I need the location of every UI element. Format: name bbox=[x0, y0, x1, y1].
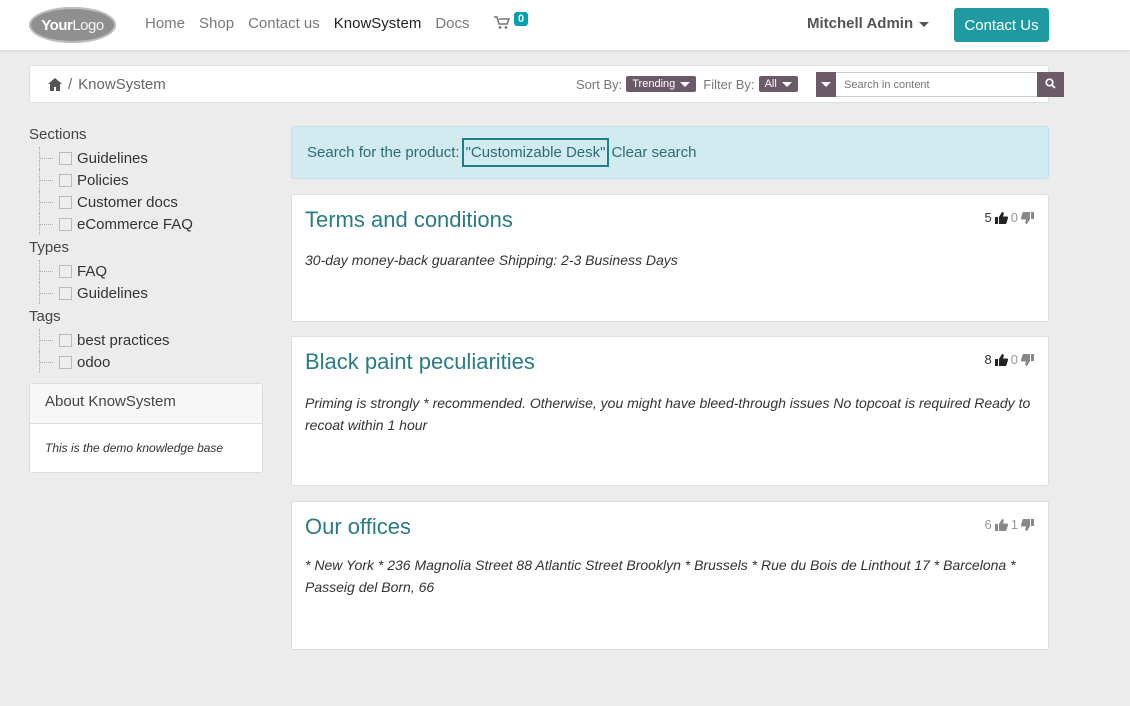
alert-prefix: Search for the product: bbox=[307, 144, 460, 161]
top-navbar: Your Logo Home Shop Contact us KnowSystem… bbox=[0, 0, 1130, 50]
cart-link[interactable]: 0 bbox=[494, 12, 534, 36]
thumbs-up-icon[interactable] bbox=[994, 353, 1008, 366]
logo-text-light: Logo bbox=[72, 16, 104, 34]
checkbox[interactable] bbox=[59, 355, 72, 369]
checkbox[interactable] bbox=[59, 264, 72, 278]
article-votes: 6 1 bbox=[985, 517, 1034, 532]
breadcrumb: / KnowSystem bbox=[48, 76, 166, 93]
article-excerpt: * New York * 236 Magnolia Street 88 Atla… bbox=[305, 557, 1016, 595]
checkbox[interactable] bbox=[59, 195, 72, 209]
article-votes: 8 0 bbox=[985, 352, 1034, 367]
tags-tree: best practices odoo bbox=[37, 329, 263, 373]
article-title[interactable]: Our offices bbox=[305, 514, 411, 540]
section-label: Guidelines bbox=[77, 149, 148, 167]
tag-item[interactable]: odoo bbox=[37, 351, 263, 373]
thumbs-down-icon[interactable] bbox=[1020, 518, 1034, 531]
breadcrumb-separator: / bbox=[68, 76, 73, 93]
nav-link-contact[interactable]: Contact us bbox=[248, 15, 320, 32]
section-item[interactable]: Customer docs bbox=[37, 191, 263, 213]
checkbox[interactable] bbox=[59, 286, 72, 300]
type-item[interactable]: Guidelines bbox=[37, 282, 263, 304]
sort-label: Sort By: bbox=[576, 76, 623, 92]
thumbs-up-icon[interactable] bbox=[994, 211, 1008, 224]
dislike-count: 0 bbox=[1010, 210, 1018, 225]
sidebar: Sections Guidelines Policies Customer do… bbox=[29, 126, 263, 473]
sort-value: Trending bbox=[632, 78, 676, 90]
logo-text-bold: Your bbox=[41, 16, 73, 34]
checkbox[interactable] bbox=[59, 217, 72, 231]
nav-links: Home Shop Contact us KnowSystem Docs bbox=[145, 15, 498, 32]
type-label: FAQ bbox=[77, 262, 108, 280]
search-input[interactable] bbox=[836, 72, 1037, 97]
search-group bbox=[816, 72, 1064, 97]
cart-count-badge: 0 bbox=[514, 12, 529, 26]
article-title[interactable]: Terms and conditions bbox=[305, 207, 513, 233]
checkbox[interactable] bbox=[59, 333, 72, 347]
checkbox[interactable] bbox=[59, 173, 72, 187]
search-alert: Search for the product: "Customizable De… bbox=[291, 126, 1049, 179]
about-text: This is the demo knowledge base bbox=[45, 441, 224, 455]
filter-label: Filter By: bbox=[703, 76, 755, 92]
user-name: Mitchell Admin bbox=[807, 15, 914, 32]
nav-link-knowsystem[interactable]: KnowSystem bbox=[334, 15, 422, 32]
thumbs-up-icon[interactable] bbox=[994, 518, 1008, 531]
type-item[interactable]: FAQ bbox=[37, 260, 263, 282]
about-panel: About KnowSystem This is the demo knowle… bbox=[29, 383, 263, 473]
dislike-count: 0 bbox=[1010, 352, 1018, 367]
tag-label: odoo bbox=[77, 353, 111, 371]
nav-link-shop[interactable]: Shop bbox=[199, 15, 234, 32]
section-label: Policies bbox=[77, 171, 129, 189]
search-query: "Customizable Desk" bbox=[461, 138, 610, 167]
user-menu-dropdown[interactable]: Mitchell Admin bbox=[807, 15, 930, 32]
contact-us-button[interactable]: Contact Us bbox=[954, 8, 1049, 42]
section-item[interactable]: Guidelines bbox=[37, 147, 263, 169]
chevron-down-icon bbox=[680, 81, 691, 87]
like-count: 6 bbox=[984, 517, 992, 532]
home-icon[interactable] bbox=[48, 78, 62, 91]
search-button[interactable] bbox=[1037, 72, 1064, 97]
tags-title: Tags bbox=[29, 308, 61, 325]
sort-filter-controls: Sort By: Trending Filter By: All bbox=[576, 76, 805, 92]
filter-dropdown[interactable]: All bbox=[758, 76, 798, 92]
section-label: Customer docs bbox=[77, 193, 178, 211]
sections-tree: Guidelines Policies Customer docs eComme… bbox=[37, 147, 263, 235]
logo[interactable]: Your Logo bbox=[29, 7, 116, 43]
breadcrumb-current: KnowSystem bbox=[78, 76, 166, 93]
like-count: 8 bbox=[984, 352, 992, 367]
tag-label: best practices bbox=[77, 331, 170, 349]
thumbs-down-icon[interactable] bbox=[1020, 353, 1034, 366]
article-excerpt: 30-day money-back guarantee Shipping: 2-… bbox=[305, 252, 678, 268]
section-item[interactable]: eCommerce FAQ bbox=[37, 213, 263, 235]
chevron-down-icon bbox=[919, 21, 930, 27]
search-scope-dropdown[interactable] bbox=[816, 72, 836, 97]
thumbs-down-icon[interactable] bbox=[1020, 211, 1034, 224]
article-card: Black paint peculiarities 8 0 Priming is… bbox=[291, 336, 1049, 486]
article-excerpt: Priming is strongly * recommended. Other… bbox=[305, 395, 1031, 433]
like-count: 5 bbox=[984, 210, 992, 225]
about-title: About KnowSystem bbox=[30, 384, 262, 424]
type-label: Guidelines bbox=[77, 284, 148, 302]
dislike-count: 1 bbox=[1010, 517, 1018, 532]
article-votes: 5 0 bbox=[985, 210, 1034, 225]
article-card: Our offices 6 1 * New York * 236 Magnoli… bbox=[291, 501, 1049, 650]
tag-item[interactable]: best practices bbox=[37, 329, 263, 351]
search-icon bbox=[1045, 76, 1056, 94]
section-label: eCommerce FAQ bbox=[77, 215, 193, 233]
shopping-cart-icon bbox=[494, 16, 511, 34]
nav-link-docs[interactable]: Docs bbox=[435, 15, 469, 32]
types-title: Types bbox=[29, 239, 70, 256]
sections-title: Sections bbox=[29, 126, 87, 143]
article-card: Terms and conditions 5 0 30-day money-ba… bbox=[291, 194, 1049, 322]
breadcrumb-bar: / KnowSystem Sort By: Trending Filter By… bbox=[29, 65, 1064, 103]
chevron-down-icon bbox=[821, 82, 831, 87]
types-tree: FAQ Guidelines bbox=[37, 260, 263, 304]
sort-dropdown[interactable]: Trending bbox=[626, 76, 697, 92]
nav-link-home[interactable]: Home bbox=[145, 15, 185, 32]
chevron-down-icon bbox=[781, 81, 792, 87]
filter-value: All bbox=[764, 78, 777, 90]
clear-search-link[interactable]: Clear search bbox=[611, 144, 696, 161]
article-title[interactable]: Black paint peculiarities bbox=[305, 349, 535, 375]
checkbox[interactable] bbox=[59, 151, 72, 165]
section-item[interactable]: Policies bbox=[37, 169, 263, 191]
